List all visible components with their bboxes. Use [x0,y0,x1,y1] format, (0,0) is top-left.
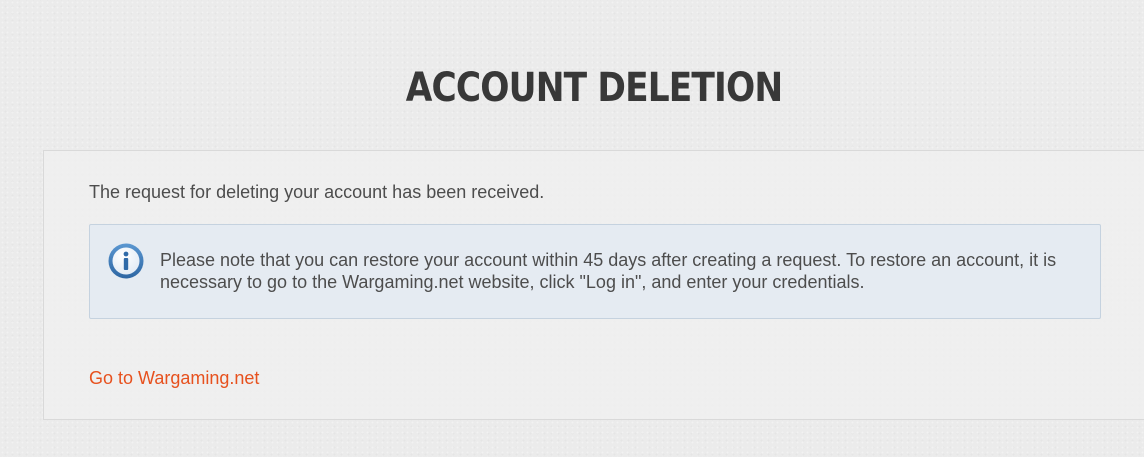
restore-notice-text: Please note that you can restore your ac… [160,250,1057,292]
info-icon [108,243,144,279]
request-received-message: The request for deleting your account ha… [89,182,545,202]
go-to-wargaming-link[interactable]: Go to Wargaming.net [89,367,259,389]
page-title: ACCOUNT DELETION [405,65,783,111]
deletion-panel: The request for deleting your account ha… [43,150,1144,420]
restore-notice: Please note that you can restore your ac… [89,224,1101,319]
